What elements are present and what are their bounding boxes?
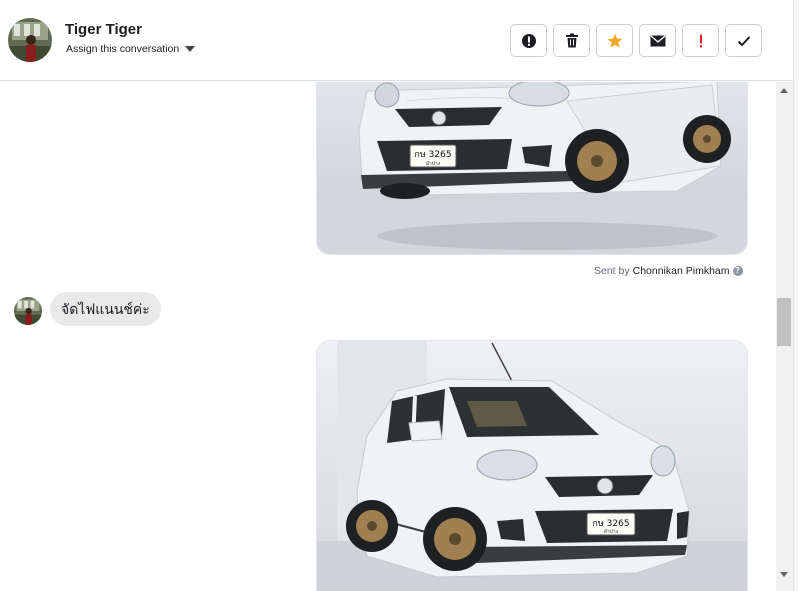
sender-avatar[interactable]: [14, 297, 42, 325]
important-button[interactable]: [682, 24, 719, 57]
star-icon: [607, 33, 622, 48]
car-photo: กษ 3265 ลำปาง: [317, 82, 747, 254]
caret-down-icon: [185, 46, 196, 52]
car-photo-2: กษ 3265 ลำปาง: [317, 341, 747, 591]
scrollbar-thumb[interactable]: [777, 298, 791, 346]
sent-by-label: Sent by Chonnikan Pimkham ?: [594, 265, 743, 277]
alert-circle-icon: [521, 33, 536, 48]
exclamation-icon: [699, 34, 702, 47]
help-icon[interactable]: ?: [732, 266, 743, 276]
contact-avatar[interactable]: [8, 18, 52, 62]
message-thread: กษ 3265 ลำปาง Sent by Chonnikan Pimkham …: [0, 82, 776, 591]
car-photo-message[interactable]: กษ 3265 ลำปาง: [316, 82, 748, 255]
license-plate-sub-2: ลำปาง: [604, 529, 619, 535]
mark-unread-button[interactable]: [639, 24, 676, 57]
car-photo-message-2[interactable]: กษ 3265 ลำปาง: [316, 340, 748, 591]
star-button[interactable]: [596, 24, 633, 57]
incoming-message-bubble[interactable]: จัดไฟแนนช์ค่ะ: [50, 292, 161, 326]
assign-dropdown[interactable]: Assign this conversation: [66, 43, 196, 55]
delete-button[interactable]: [553, 24, 590, 57]
envelope-icon: [650, 35, 665, 46]
contact-name: Tiger Tiger: [65, 21, 142, 38]
conversation-actions: [510, 24, 762, 57]
license-plate-sub: ลำปาง: [426, 161, 441, 167]
window-edge: [793, 0, 799, 591]
conversation-header: Tiger Tiger Assign this conversation: [0, 0, 793, 81]
check-icon: [737, 35, 750, 46]
assign-label: Assign this conversation: [66, 43, 180, 55]
scroll-down-arrow-icon[interactable]: [780, 572, 788, 577]
done-button[interactable]: [725, 24, 762, 57]
sent-by-name: Chonnikan Pimkham: [632, 265, 730, 277]
scroll-up-arrow-icon[interactable]: [780, 88, 788, 93]
trash-icon: [565, 33, 578, 48]
thread-scrollbar[interactable]: [776, 82, 793, 591]
license-plate-text: กษ 3265: [414, 150, 451, 160]
license-plate-text-2: กษ 3265: [592, 519, 629, 529]
sent-by-prefix: Sent by: [594, 265, 630, 277]
spam-button[interactable]: [510, 24, 547, 57]
